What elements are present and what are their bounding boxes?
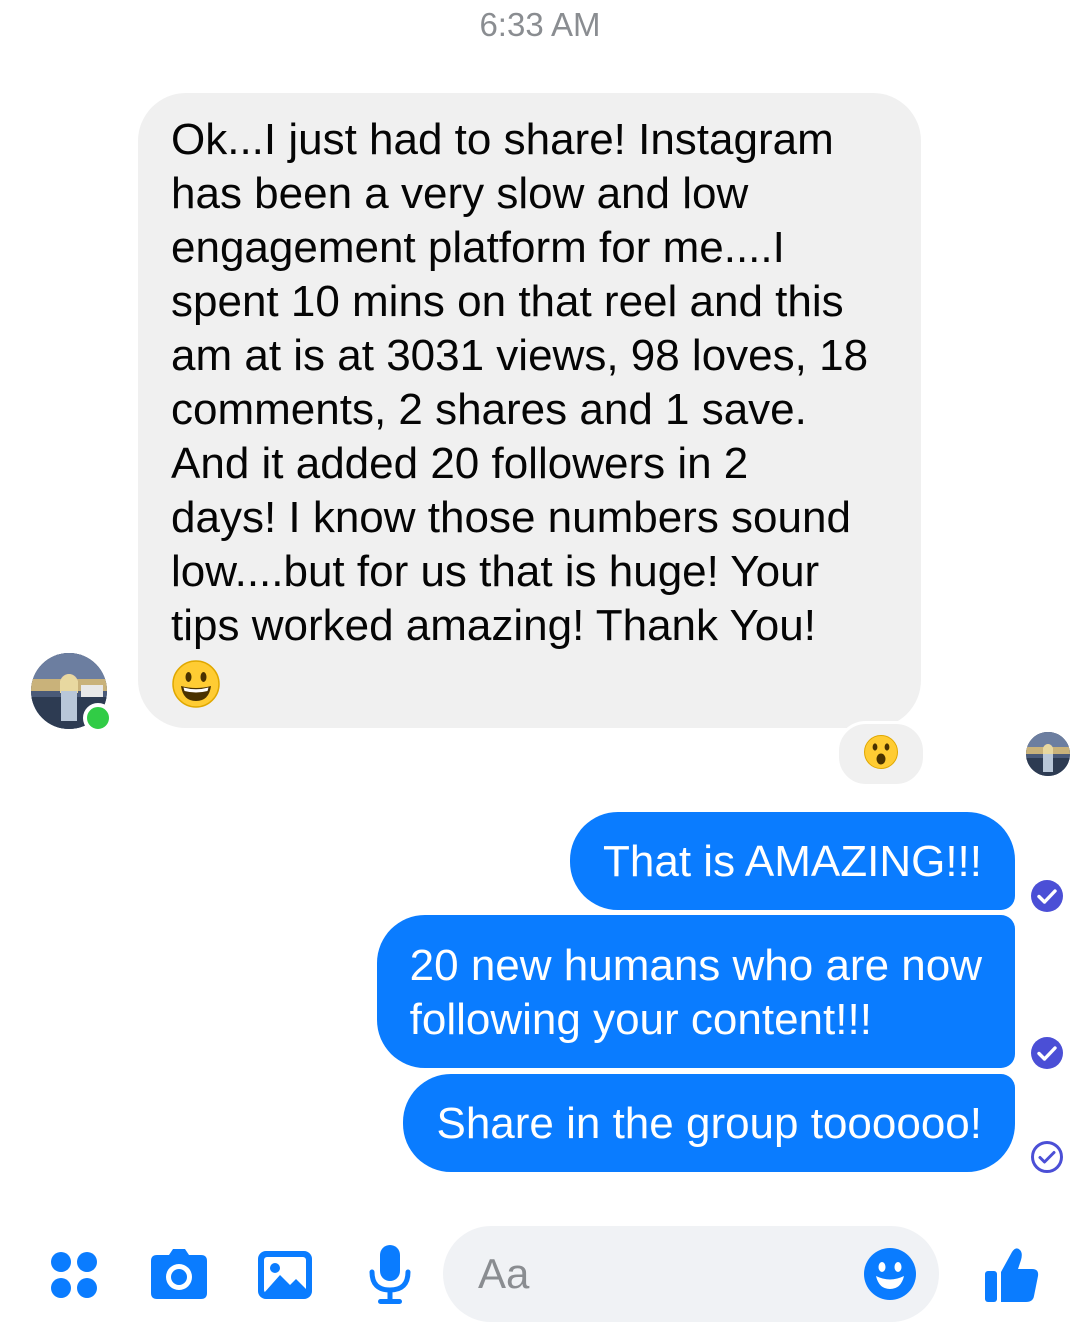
message-line: Ok...I just had to share! Instagram: [171, 115, 834, 164]
message-line: 20 new humans who are now: [409, 941, 982, 990]
delivered-check-icon: [1031, 1037, 1063, 1069]
message-line: low....but for us that is huge! Your: [171, 547, 820, 596]
message-line: tips worked amazing! Thank You!: [171, 601, 816, 650]
outgoing-message-bubble[interactable]: That is AMAZING!!!: [570, 812, 1015, 910]
message-line: engagement platform for me....I: [171, 223, 785, 272]
message-input-placeholder: Aa: [478, 1250, 530, 1297]
sent-check-icon: [1031, 1141, 1063, 1173]
microphone-icon[interactable]: [360, 1245, 420, 1305]
message-reaction[interactable]: [836, 721, 926, 787]
message-line: And it added 20 followers in 2: [171, 439, 749, 488]
astonished-face-icon: [863, 734, 899, 775]
message-line: am at is at 3031 views, 98 loves, 18: [171, 331, 869, 380]
message-line: That is AMAZING!!!: [603, 837, 982, 886]
image-icon[interactable]: [255, 1245, 315, 1305]
menu-dots-icon[interactable]: [44, 1245, 104, 1305]
message-line: has been a very slow and low: [171, 169, 749, 218]
delivered-check-icon: [1031, 880, 1063, 912]
message-line: days! I know those numbers sound: [171, 493, 851, 542]
incoming-message-bubble[interactable]: Ok...I just had to share! Instagram has …: [138, 93, 921, 728]
message-composer: Aa: [0, 1222, 1080, 1340]
message-line: comments, 2 shares and 1 save.: [171, 385, 807, 434]
thumbs-up-icon[interactable]: [981, 1245, 1041, 1305]
message-timestamp: 6:33 AM: [479, 6, 601, 43]
camera-icon[interactable]: [149, 1245, 209, 1305]
grinning-face-emoji-icon: [171, 659, 891, 722]
outgoing-message-bubble[interactable]: Share in the group toooooo!: [403, 1074, 1015, 1172]
message-line: spent 10 mins on that reel and this: [171, 277, 844, 326]
message-line: following your content!!!: [409, 995, 872, 1044]
online-status-dot: [83, 703, 113, 733]
seen-by-avatar: [1026, 732, 1070, 776]
messenger-chat: 6:33 AM Ok...I just had to share! Instag…: [0, 0, 1080, 1340]
outgoing-message-bubble[interactable]: 20 new humans who are now following your…: [376, 915, 1015, 1068]
emoji-icon[interactable]: [863, 1247, 917, 1301]
message-input[interactable]: Aa: [443, 1226, 939, 1322]
message-line: Share in the group toooooo!: [436, 1099, 982, 1148]
